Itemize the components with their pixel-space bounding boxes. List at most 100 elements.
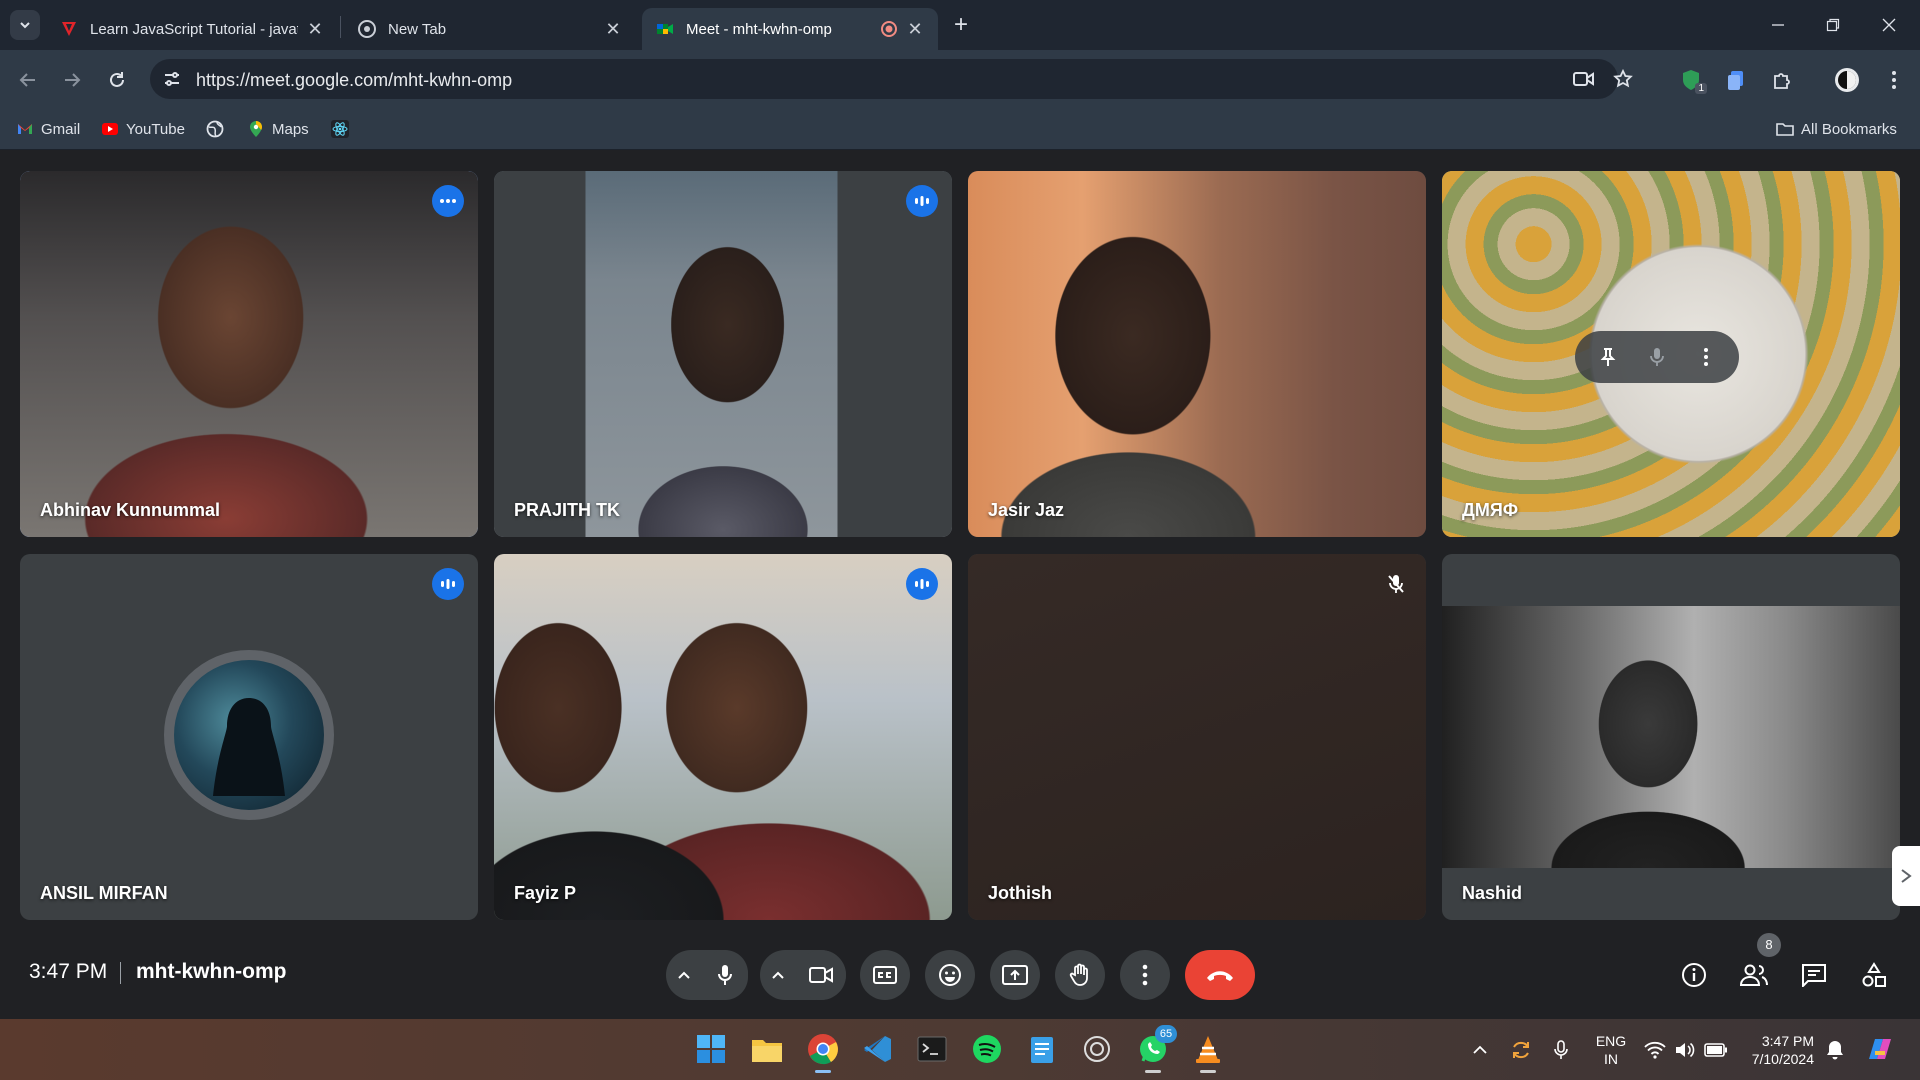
participant-tile[interactable]: Abhinav Kunnummal — [20, 171, 478, 537]
avatar — [174, 660, 324, 810]
chrome-taskbar-button[interactable] — [803, 1029, 843, 1073]
participant-tile[interactable]: Jasir Jaz — [968, 171, 1426, 537]
system-clock[interactable]: 3:47 PM 7/10/2024 — [1742, 1032, 1814, 1068]
volume-tray-icon[interactable] — [1672, 1037, 1698, 1063]
bookmark-gmail[interactable]: Gmail — [16, 116, 80, 142]
mute-participant-button[interactable] — [1641, 341, 1673, 373]
tab-search-button[interactable] — [10, 10, 40, 40]
participant-tile[interactable]: PRAJITH TK — [494, 171, 952, 537]
close-icon[interactable]: ✕ — [906, 20, 924, 38]
vlc-button[interactable] — [1188, 1029, 1228, 1073]
gmail-icon — [18, 124, 32, 134]
tab-new-tab[interactable]: New Tab ✕ — [344, 8, 636, 50]
more-options-button[interactable] — [1120, 950, 1170, 1000]
bookmark-globe[interactable] — [206, 116, 231, 142]
address-bar[interactable]: https://meet.google.com/mht-kwhn-omp — [150, 59, 1633, 99]
meeting-code: mht-kwhn-omp — [136, 960, 287, 983]
participant-tile[interactable]: Nashid — [1442, 554, 1900, 920]
openai-icon — [1084, 1036, 1110, 1062]
spotify-button[interactable] — [967, 1029, 1007, 1069]
wifi-tray-icon[interactable] — [1642, 1037, 1668, 1063]
video-settings-button[interactable] — [760, 950, 796, 1000]
camera-in-use-button[interactable] — [1570, 65, 1598, 93]
folder-icon — [752, 1040, 782, 1062]
vscode-button[interactable] — [858, 1029, 898, 1069]
present-screen-button[interactable] — [990, 950, 1040, 1000]
tab-strip: Learn JavaScript Tutorial - javat ✕ New … — [0, 0, 1920, 50]
input-language-indicator[interactable]: ENG IN — [1594, 1032, 1628, 1068]
bookmark-react[interactable] — [331, 116, 356, 142]
bookmark-youtube[interactable]: YouTube — [101, 116, 185, 142]
notifications-button[interactable] — [1822, 1037, 1848, 1063]
minimize-button[interactable] — [1755, 0, 1801, 50]
hand-icon — [1069, 963, 1088, 986]
extensions-button[interactable] — [1766, 64, 1798, 96]
participant-more-button[interactable] — [1690, 341, 1722, 373]
captions-button[interactable] — [860, 950, 910, 1000]
raise-hand-button[interactable] — [1055, 950, 1105, 1000]
bookmark-star-button[interactable] — [1609, 65, 1637, 93]
site-info-button[interactable] — [158, 65, 186, 93]
restore-icon — [1826, 18, 1840, 32]
file-explorer-button[interactable] — [747, 1029, 787, 1069]
camera-button[interactable] — [796, 950, 846, 1000]
extension-shield-button[interactable]: 1 — [1675, 64, 1707, 96]
arrow-left-icon — [19, 73, 35, 87]
show-hidden-icons-button[interactable] — [1467, 1037, 1493, 1063]
pin-button[interactable] — [1592, 341, 1624, 373]
microphone-tray-icon[interactable] — [1548, 1037, 1574, 1063]
bookmark-maps[interactable]: Maps — [247, 116, 309, 142]
close-icon[interactable]: ✕ — [306, 20, 324, 38]
chatgpt-button[interactable] — [1077, 1029, 1117, 1069]
battery-tray-icon[interactable] — [1703, 1037, 1729, 1063]
bell-icon — [1827, 1041, 1843, 1060]
participant-tile[interactable]: ДМЯФ — [1442, 171, 1900, 537]
minimize-icon — [1772, 24, 1784, 26]
extension-docs-button[interactable] — [1720, 64, 1752, 96]
microphone-button[interactable] — [702, 950, 748, 1000]
tab-javatpoint[interactable]: Learn JavaScript Tutorial - javat ✕ — [46, 8, 338, 50]
maps-icon — [250, 121, 262, 137]
puzzle-icon — [1774, 73, 1790, 89]
all-bookmarks-button[interactable]: All Bookmarks — [1776, 116, 1897, 142]
people-button[interactable] — [1732, 953, 1776, 997]
sync-tray-icon[interactable] — [1508, 1037, 1534, 1063]
participant-tile[interactable]: ANSIL MIRFAN — [20, 554, 478, 920]
copilot-button[interactable] — [1864, 1033, 1896, 1065]
vlc-cone-icon — [1196, 1036, 1220, 1063]
activities-button[interactable] — [1852, 953, 1896, 997]
info-icon — [1682, 963, 1706, 987]
url-text[interactable]: https://meet.google.com/mht-kwhn-omp — [196, 70, 512, 91]
restore-button[interactable] — [1810, 0, 1856, 50]
chat-icon — [1802, 964, 1826, 987]
reactions-button[interactable] — [925, 950, 975, 1000]
side-panel-handle[interactable] — [1892, 846, 1920, 906]
participant-tile[interactable]: Jothish — [968, 554, 1426, 920]
tab-meet[interactable]: Meet - mht-kwhn-omp ✕ — [642, 8, 938, 50]
globe-icon — [206, 120, 224, 138]
new-tab-button[interactable]: + — [946, 10, 976, 40]
start-button[interactable] — [691, 1029, 731, 1069]
reload-button[interactable] — [101, 64, 133, 96]
more-options-button[interactable] — [432, 185, 464, 217]
whatsapp-button[interactable]: 65 — [1133, 1025, 1177, 1073]
extension-badge: 1 — [1695, 83, 1707, 94]
chat-button[interactable] — [1792, 953, 1836, 997]
participant-tile[interactable]: Fayiz P — [494, 554, 952, 920]
windows-taskbar: 65 ENG IN 3:47 PM 7/10/2024 — [0, 1019, 1920, 1080]
meeting-details-button[interactable] — [1672, 953, 1716, 997]
wifi-icon — [1644, 1041, 1666, 1059]
profile-avatar[interactable] — [1831, 64, 1863, 96]
back-button[interactable] — [12, 64, 44, 96]
forward-button[interactable] — [56, 64, 88, 96]
sync-icon — [1513, 1041, 1529, 1059]
browser-menu-button[interactable] — [1878, 64, 1910, 96]
audio-settings-button[interactable] — [666, 950, 702, 1000]
window-close-button[interactable] — [1866, 0, 1912, 50]
star-icon — [1613, 69, 1633, 88]
notepad-button[interactable] — [1022, 1029, 1062, 1069]
battery-icon — [1704, 1043, 1727, 1057]
terminal-button[interactable] — [912, 1029, 952, 1069]
close-icon[interactable]: ✕ — [604, 20, 622, 38]
leave-call-button[interactable] — [1185, 950, 1255, 1000]
